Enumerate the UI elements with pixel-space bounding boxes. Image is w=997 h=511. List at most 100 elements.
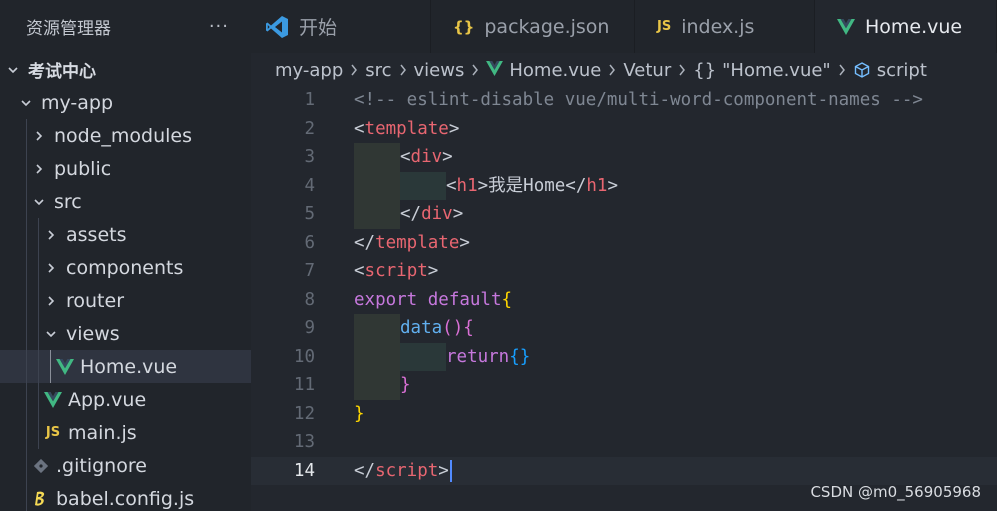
tree-folder-views[interactable]: views — [0, 317, 251, 350]
tree-item-label: views — [66, 322, 120, 345]
tag-token: script — [375, 460, 439, 481]
explorer-title: 资源管理器 — [26, 19, 111, 39]
tag-token: template — [364, 118, 449, 139]
tree-item-label: babel.config.js — [56, 487, 195, 510]
breadcrumb-object[interactable]: {} "Home.vue" — [693, 60, 830, 81]
indent-guide — [26, 317, 27, 350]
punctuation-token: > — [459, 232, 470, 253]
indent-guide — [38, 416, 39, 449]
code-editor[interactable]: 1 <!-- eslint-disable vue/multi-word-com… — [251, 86, 997, 511]
chevron-right-icon — [349, 64, 359, 76]
tab-welcome[interactable]: 开始 — [251, 0, 431, 53]
code-text: <h1>我是Home</h1> — [446, 172, 618, 201]
code-line: 2 <template> — [251, 115, 997, 144]
explorer-header: 资源管理器 ··· — [0, 0, 251, 53]
tree-item-label: .gitignore — [56, 454, 147, 477]
chevron-right-icon — [470, 64, 480, 76]
tree-folder-my-app[interactable]: my-app — [0, 86, 251, 119]
tree-folder-node-modules[interactable]: node_modules — [0, 119, 251, 152]
text-token: >我是Home</ — [477, 175, 587, 196]
chevron-right-icon — [42, 262, 60, 274]
indent-guide — [50, 350, 51, 383]
tag-token: h1 — [456, 175, 478, 196]
punctuation-token: > — [452, 204, 464, 224]
indent-guide — [38, 383, 39, 416]
vue-file-icon — [54, 358, 76, 375]
watermark: CSDN @m0_56905968 — [810, 483, 981, 501]
tab-label: package.json — [484, 15, 610, 38]
tree-file-home-vue[interactable]: Home.vue — [0, 350, 251, 383]
code-text: return{} — [446, 343, 530, 372]
line-number: 6 — [304, 232, 315, 253]
tree-file-babel-config[interactable]: babel.config.js — [0, 482, 251, 511]
tree-item-label: my-app — [41, 91, 114, 114]
breadcrumb-item[interactable]: src — [365, 60, 391, 81]
punctuation-token: < — [400, 147, 411, 167]
text-cursor — [449, 459, 452, 482]
explorer-sidebar: 资源管理器 ··· 考试中心 my-app node_modules publi… — [0, 0, 251, 511]
indent-guide — [26, 251, 27, 284]
chevron-right-icon — [677, 64, 687, 76]
line-number: 14 — [293, 460, 315, 481]
code-text: <div> — [400, 143, 453, 172]
punctuation-token: < — [446, 175, 457, 196]
breadcrumb-item[interactable]: views — [414, 60, 465, 81]
tab-index-js[interactable]: JS index.js — [635, 0, 815, 53]
more-actions-icon[interactable]: ··· — [209, 16, 229, 37]
indent-highlight — [354, 342, 400, 371]
indent-guide — [26, 383, 27, 416]
code-line: 1 <!-- eslint-disable vue/multi-word-com… — [251, 86, 997, 115]
punctuation-token: </ — [354, 460, 376, 481]
chevron-right-icon — [837, 64, 847, 76]
indent-guide — [26, 185, 27, 218]
keyword-token: export default — [354, 289, 502, 310]
tree-folder-components[interactable]: components — [0, 251, 251, 284]
vue-icon — [486, 60, 504, 81]
breadcrumb: my-app src views Home.vue Vetur {} "Home… — [275, 56, 927, 84]
workspace-section-header[interactable]: 考试中心 — [0, 53, 251, 86]
tree-item-label: assets — [66, 223, 127, 246]
indent-guide — [26, 449, 27, 482]
tree-folder-public[interactable]: public — [0, 152, 251, 185]
tree-folder-assets[interactable]: assets — [0, 218, 251, 251]
tree-file-gitignore[interactable]: .gitignore — [0, 449, 251, 482]
line-number: 7 — [304, 261, 315, 281]
breadcrumb-symbol[interactable]: script — [853, 60, 927, 81]
workspace-section-label: 考试中心 — [28, 62, 96, 82]
tag-token: div — [421, 204, 453, 224]
indent-highlight — [354, 371, 400, 400]
indent-guide — [38, 284, 39, 317]
code-line-current: 14 </script> — [251, 456, 997, 485]
code-line: 10 return{} — [251, 342, 997, 372]
tree-file-main-js[interactable]: JS main.js — [0, 416, 251, 449]
tree-item-label: main.js — [68, 421, 137, 444]
tree-file-app-vue[interactable]: App.vue — [0, 383, 251, 416]
tag-token: div — [410, 147, 443, 167]
line-number: 10 — [293, 346, 315, 367]
indent-guide — [26, 218, 27, 251]
git-file-icon — [30, 458, 52, 473]
tab-home-vue[interactable]: Home.vue — [815, 0, 997, 53]
tree-folder-src[interactable]: src — [0, 185, 251, 218]
code-text: export default{ — [354, 286, 512, 315]
breadcrumb-item[interactable]: my-app — [275, 60, 343, 81]
tag-token: template — [375, 232, 460, 253]
indent-guide — [38, 350, 39, 383]
breadcrumb-file[interactable]: Home.vue — [486, 60, 601, 81]
indent-highlight — [400, 342, 446, 371]
indent-guide — [26, 284, 27, 317]
line-number: 1 — [304, 90, 315, 110]
breadcrumb-item[interactable]: Vetur — [623, 60, 671, 81]
chevron-right-icon — [30, 130, 48, 142]
braces-icon: {} — [693, 59, 717, 81]
punctuation-token: > — [438, 460, 449, 481]
cube-icon — [853, 61, 871, 79]
tab-package-json[interactable]: {} package.json — [431, 0, 635, 53]
tree-folder-router[interactable]: router — [0, 284, 251, 317]
tab-label: index.js — [681, 15, 755, 38]
json-braces-icon: {} — [453, 17, 475, 36]
code-line: 7 <script> — [251, 257, 997, 286]
breadcrumb-item-label: Home.vue — [509, 59, 602, 81]
chevron-right-icon — [30, 163, 48, 175]
indent-guide — [38, 317, 39, 350]
